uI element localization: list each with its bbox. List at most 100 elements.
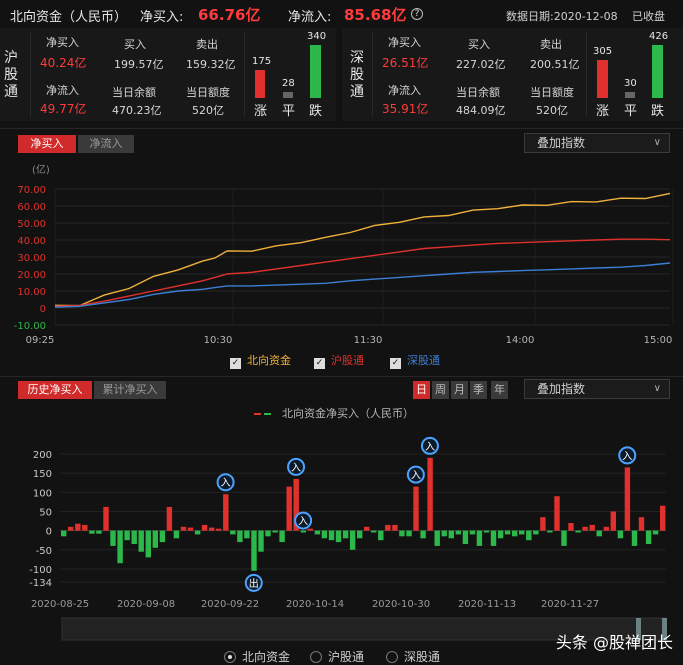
history-bar xyxy=(138,530,144,552)
x-tick-label: 11:30 xyxy=(354,335,383,346)
y-tick-label: 200 xyxy=(33,450,52,461)
sz-flat-bar xyxy=(625,92,635,98)
history-overlay-dropdown[interactable]: 叠加指数 ∨ xyxy=(524,379,670,399)
history-bar xyxy=(596,530,602,537)
signal-badge-text: 入 xyxy=(622,451,632,462)
history-bar xyxy=(385,524,391,531)
series-line-2 xyxy=(54,262,671,308)
sz-down-char: 跌 xyxy=(651,104,665,119)
x-tick-label: 2020-11-27 xyxy=(541,599,599,610)
tab-net-buy[interactable]: 净买入 xyxy=(18,135,76,153)
history-bar xyxy=(476,530,483,546)
y-tick-label: -10.00 xyxy=(14,321,46,332)
y-tick-label: 30.00 xyxy=(17,253,46,264)
tab-history-net-buy[interactable]: 历史净买入 xyxy=(18,381,92,399)
y-tick-label: 20.00 xyxy=(17,270,46,281)
period-quarter[interactable]: 季 xyxy=(470,381,487,399)
chevron-down-icon: ∨ xyxy=(653,137,661,148)
tab-cumulative-net-buy[interactable]: 累计净买入 xyxy=(94,381,166,399)
legend-sh[interactable]: ✓ 沪股通 xyxy=(314,352,364,369)
history-bar xyxy=(406,530,412,537)
history-bar xyxy=(497,530,504,539)
legend-swatch-red xyxy=(254,413,261,415)
history-bar xyxy=(617,530,624,539)
sh-net-buy-label: 净买入 xyxy=(46,36,79,49)
sz-balance-value: 484.09亿 xyxy=(456,104,506,117)
period-year[interactable]: 年 xyxy=(491,381,508,399)
history-bar xyxy=(335,530,342,543)
legend-swatch-green xyxy=(264,413,271,415)
sz-connect-panel: 深股通 净买入 26.51亿 买入 227.02亿 卖出 200.51亿 净流入… xyxy=(342,28,683,121)
period-month[interactable]: 月 xyxy=(451,381,468,399)
history-bar xyxy=(364,526,370,531)
header-bar: 北向资金（人民币） 净买入: 66.76亿 净流入: 85.68亿 ? 数据日期… xyxy=(0,0,683,28)
legend-sz[interactable]: ✓ 深股通 xyxy=(390,352,440,369)
history-bar xyxy=(589,524,595,531)
history-bar xyxy=(399,530,405,537)
x-tick-label: 2020-10-14 xyxy=(286,599,344,610)
intraday-chart: (亿) 70.00 60.00 50.00 40.00 30.00 20.00 10.00 0 -… xyxy=(14,163,674,346)
history-bar xyxy=(638,517,645,531)
radio-sh[interactable]: 沪股通 xyxy=(310,648,364,665)
history-bar xyxy=(371,530,377,533)
overlay-index-dropdown[interactable]: 叠加指数 ∨ xyxy=(524,133,670,153)
x-tick-label: 2020-08-25 xyxy=(31,599,89,610)
period-day[interactable]: 日 xyxy=(413,381,430,399)
history-bar xyxy=(251,530,257,571)
sz-up-bar xyxy=(597,60,608,98)
sz-sell-value: 200.51亿 xyxy=(530,58,580,71)
legend-north[interactable]: ✓ 北向资金 xyxy=(230,352,291,369)
x-tick-label: 10:30 xyxy=(204,335,233,346)
sz-quota-value: 520亿 xyxy=(536,104,568,117)
sh-net-buy-value: 40.24亿 xyxy=(40,56,87,70)
history-bar xyxy=(540,517,546,531)
help-icon[interactable]: ? xyxy=(411,8,423,20)
sh-flat-char: 平 xyxy=(282,104,296,119)
history-bar xyxy=(314,530,321,535)
sh-quota-label: 当日额度 xyxy=(186,86,230,99)
sh-sell-label: 卖出 xyxy=(196,38,218,51)
sz-balance-label: 当日余额 xyxy=(456,86,500,99)
net-buy-label: 净买入: xyxy=(140,10,184,25)
sz-net-inflow-label: 净流入 xyxy=(388,84,421,97)
radio-north[interactable]: 北向资金 xyxy=(224,648,290,665)
x-tick-label: 15:00 xyxy=(644,335,673,346)
watermark: 头条 @股禅团长 xyxy=(555,633,673,652)
history-bar xyxy=(230,530,236,535)
history-bar xyxy=(568,523,574,531)
history-bar xyxy=(187,527,194,531)
history-bar xyxy=(631,530,638,546)
history-bar xyxy=(110,530,116,546)
history-bar xyxy=(307,528,313,531)
history-bar xyxy=(173,530,180,539)
history-bar xyxy=(533,530,539,535)
sh-balance-label: 当日余额 xyxy=(112,86,156,99)
history-bar xyxy=(286,486,292,531)
sz-net-buy-label: 净买入 xyxy=(388,36,421,49)
history-bar xyxy=(603,526,609,531)
sz-down-count: 426 xyxy=(649,31,669,42)
history-bar xyxy=(75,523,81,531)
history-bar xyxy=(519,530,525,535)
tab-net-inflow[interactable]: 净流入 xyxy=(78,135,134,153)
history-bar xyxy=(258,530,264,552)
history-bar xyxy=(279,530,285,543)
sh-balance-value: 470.23亿 xyxy=(112,104,162,117)
checkbox-icon: ✓ xyxy=(314,358,325,369)
history-bar xyxy=(272,530,278,533)
history-bar xyxy=(131,530,137,544)
sh-down-char: 跌 xyxy=(309,104,323,119)
history-bar xyxy=(300,530,306,533)
y-tick-label: 10.00 xyxy=(17,287,46,298)
radio-sz[interactable]: 深股通 xyxy=(386,648,440,665)
checkbox-icon: ✓ xyxy=(390,358,401,369)
history-bar xyxy=(554,496,560,531)
period-week[interactable]: 周 xyxy=(432,381,449,399)
y-tick-label: 60.00 xyxy=(17,202,46,213)
sh-flat-bar xyxy=(283,92,293,98)
x-tick-label: 14:00 xyxy=(506,335,535,346)
history-bar xyxy=(660,505,666,531)
market-status: 已收盘 xyxy=(632,10,665,23)
history-bar xyxy=(357,530,363,539)
sh-net-inflow-value: 49.77亿 xyxy=(40,102,87,116)
